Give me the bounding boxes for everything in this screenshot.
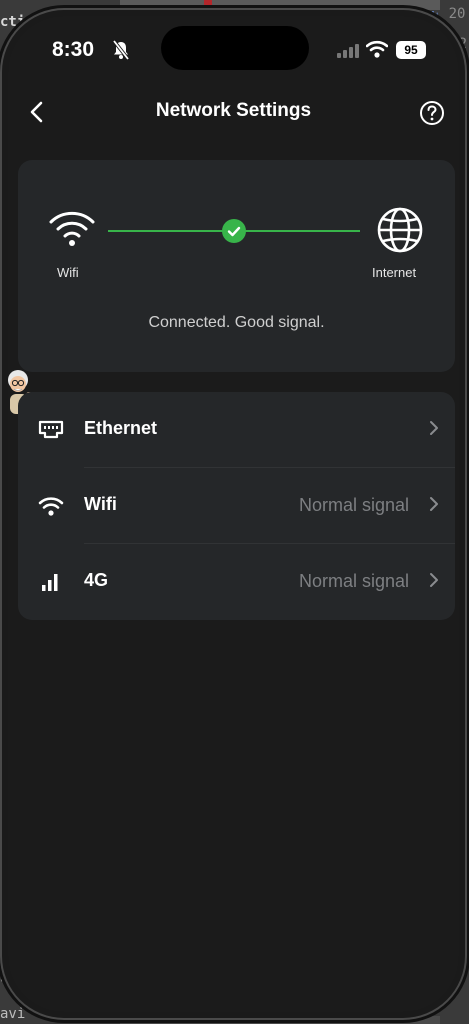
desktop-right-line-1: 20 bbox=[448, 6, 466, 22]
cellular-signal-icon bbox=[42, 574, 58, 591]
help-icon[interactable] bbox=[419, 100, 445, 126]
chevron-right-icon bbox=[430, 573, 438, 587]
network-item-label: 4G bbox=[84, 570, 109, 590]
cellular-status-icon bbox=[337, 44, 359, 58]
internet-label: Internet bbox=[372, 265, 417, 280]
network-list: Ethernet Wifi Normal signal 4G Normal si… bbox=[18, 392, 455, 620]
network-item-4g[interactable]: 4G Normal signal bbox=[18, 544, 455, 620]
ethernet-icon bbox=[38, 420, 64, 439]
connection-status-card: Wifi Internet Connected. Good signal. bbox=[18, 160, 455, 372]
chevron-right-icon bbox=[430, 497, 438, 511]
battery-indicator: 95 bbox=[396, 41, 426, 59]
wifi-label: Wifi bbox=[57, 265, 79, 280]
network-item-wifi[interactable]: Wifi Normal signal bbox=[18, 468, 455, 544]
network-item-value: Normal signal bbox=[298, 571, 409, 591]
wifi-status-icon bbox=[366, 40, 388, 58]
page-title: Network Settings bbox=[155, 100, 312, 121]
status-time: 8:30 bbox=[52, 38, 95, 61]
wifi-icon bbox=[38, 497, 64, 516]
network-item-ethernet[interactable]: Ethernet bbox=[18, 392, 455, 468]
checkmark-icon bbox=[227, 226, 241, 237]
bell-off-icon bbox=[112, 40, 130, 60]
network-item-label: Wifi bbox=[84, 494, 117, 514]
chevron-right-icon bbox=[430, 421, 438, 435]
network-item-label: Ethernet bbox=[84, 418, 158, 438]
desktop-top-marker bbox=[204, 0, 212, 10]
phone-frame: 8:30 95 Network Settings Wifi Internet C… bbox=[2, 10, 465, 1018]
phone-screen: 8:30 95 Network Settings Wifi Internet C… bbox=[8, 16, 459, 1012]
dynamic-island bbox=[161, 26, 309, 70]
connection-status-text: Connected. Good signal. bbox=[148, 314, 325, 331]
network-item-value: Normal signal bbox=[298, 495, 409, 515]
globe-icon bbox=[377, 207, 423, 253]
desktop-top-bar bbox=[120, 0, 440, 10]
wifi-icon bbox=[49, 211, 95, 246]
desktop-bottom-left-text-2: avi bbox=[0, 1006, 26, 1022]
connection-check-icon bbox=[222, 219, 246, 243]
